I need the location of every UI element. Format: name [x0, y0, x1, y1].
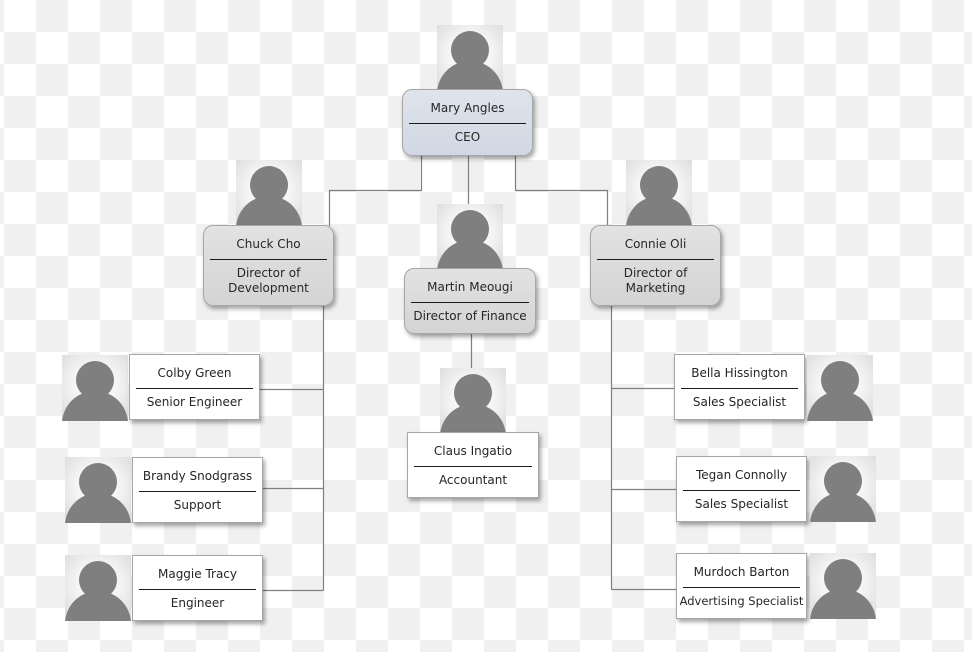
connector-ceo-marketing	[514, 156, 609, 226]
divider	[681, 388, 798, 389]
person-silhouette-icon	[626, 160, 692, 226]
person-title: Director of Finance	[413, 309, 527, 323]
person-name: Brandy Snodgrass	[142, 469, 253, 483]
divider	[414, 466, 532, 467]
divider	[683, 490, 800, 491]
employee-card[interactable]: Brandy Snodgrass Support	[132, 457, 263, 523]
person-silhouette-icon	[810, 553, 876, 619]
person-title: Advertising Specialist	[679, 594, 804, 608]
person-name: Murdoch Barton	[693, 565, 790, 579]
divider	[683, 587, 800, 588]
person-silhouette-icon	[440, 368, 506, 434]
person-silhouette-icon	[437, 25, 503, 91]
person-name: Colby Green	[157, 366, 232, 380]
person-name: Mary Angles	[430, 101, 505, 115]
person-name: Claus Ingatio	[433, 444, 513, 458]
person-silhouette-icon	[65, 555, 131, 621]
person-title: Accountant	[438, 473, 508, 487]
divider	[139, 589, 256, 590]
person-silhouette-icon	[236, 160, 302, 226]
person-name: Martin Meougi	[427, 280, 513, 294]
divider	[597, 259, 714, 260]
person-name: Bella Hissington	[691, 366, 788, 380]
person-silhouette-icon	[65, 457, 131, 523]
divider	[210, 259, 327, 260]
connector-ceo-development	[328, 156, 423, 226]
person-title: Sales Specialist	[692, 395, 787, 409]
person-name: Chuck Cho	[236, 237, 301, 251]
employee-card[interactable]: Bella Hissington Sales Specialist	[674, 354, 805, 420]
divider	[411, 302, 529, 303]
person-silhouette-icon	[437, 204, 503, 270]
person-name: Maggie Tracy	[157, 567, 238, 581]
director-card[interactable]: Chuck Cho Director of Development	[203, 225, 334, 306]
person-title-line-1: Director of	[236, 266, 301, 280]
director-card[interactable]: Connie Oli Director of Marketing	[590, 225, 721, 306]
divider	[409, 123, 526, 124]
divider	[136, 388, 253, 389]
employee-card[interactable]: Maggie Tracy Engineer	[132, 555, 263, 621]
ceo-card[interactable]: Mary Angles CEO	[402, 89, 533, 156]
person-name: Tegan Connolly	[695, 468, 788, 482]
divider	[139, 491, 256, 492]
person-title: Sales Specialist	[694, 497, 789, 511]
employee-card[interactable]: Claus Ingatio Accountant	[407, 432, 539, 498]
person-title-line-1: Director of	[623, 266, 688, 280]
person-title-line-2: Development	[228, 281, 309, 295]
person-title: Senior Engineer	[146, 395, 243, 409]
person-title: Engineer	[170, 596, 225, 610]
employee-card[interactable]: Murdoch Barton Advertising Specialist	[676, 553, 807, 619]
director-card[interactable]: Martin Meougi Director of Finance	[404, 268, 536, 334]
person-title-line-2: Marketing	[625, 281, 686, 295]
person-title: CEO	[454, 130, 481, 144]
person-name: Connie Oli	[624, 237, 687, 251]
employee-card[interactable]: Colby Green Senior Engineer	[129, 354, 260, 420]
person-title: Support	[173, 498, 222, 512]
person-silhouette-icon	[810, 456, 876, 522]
employee-card[interactable]: Tegan Connolly Sales Specialist	[676, 456, 807, 522]
person-silhouette-icon	[807, 355, 873, 421]
person-silhouette-icon	[62, 355, 128, 421]
